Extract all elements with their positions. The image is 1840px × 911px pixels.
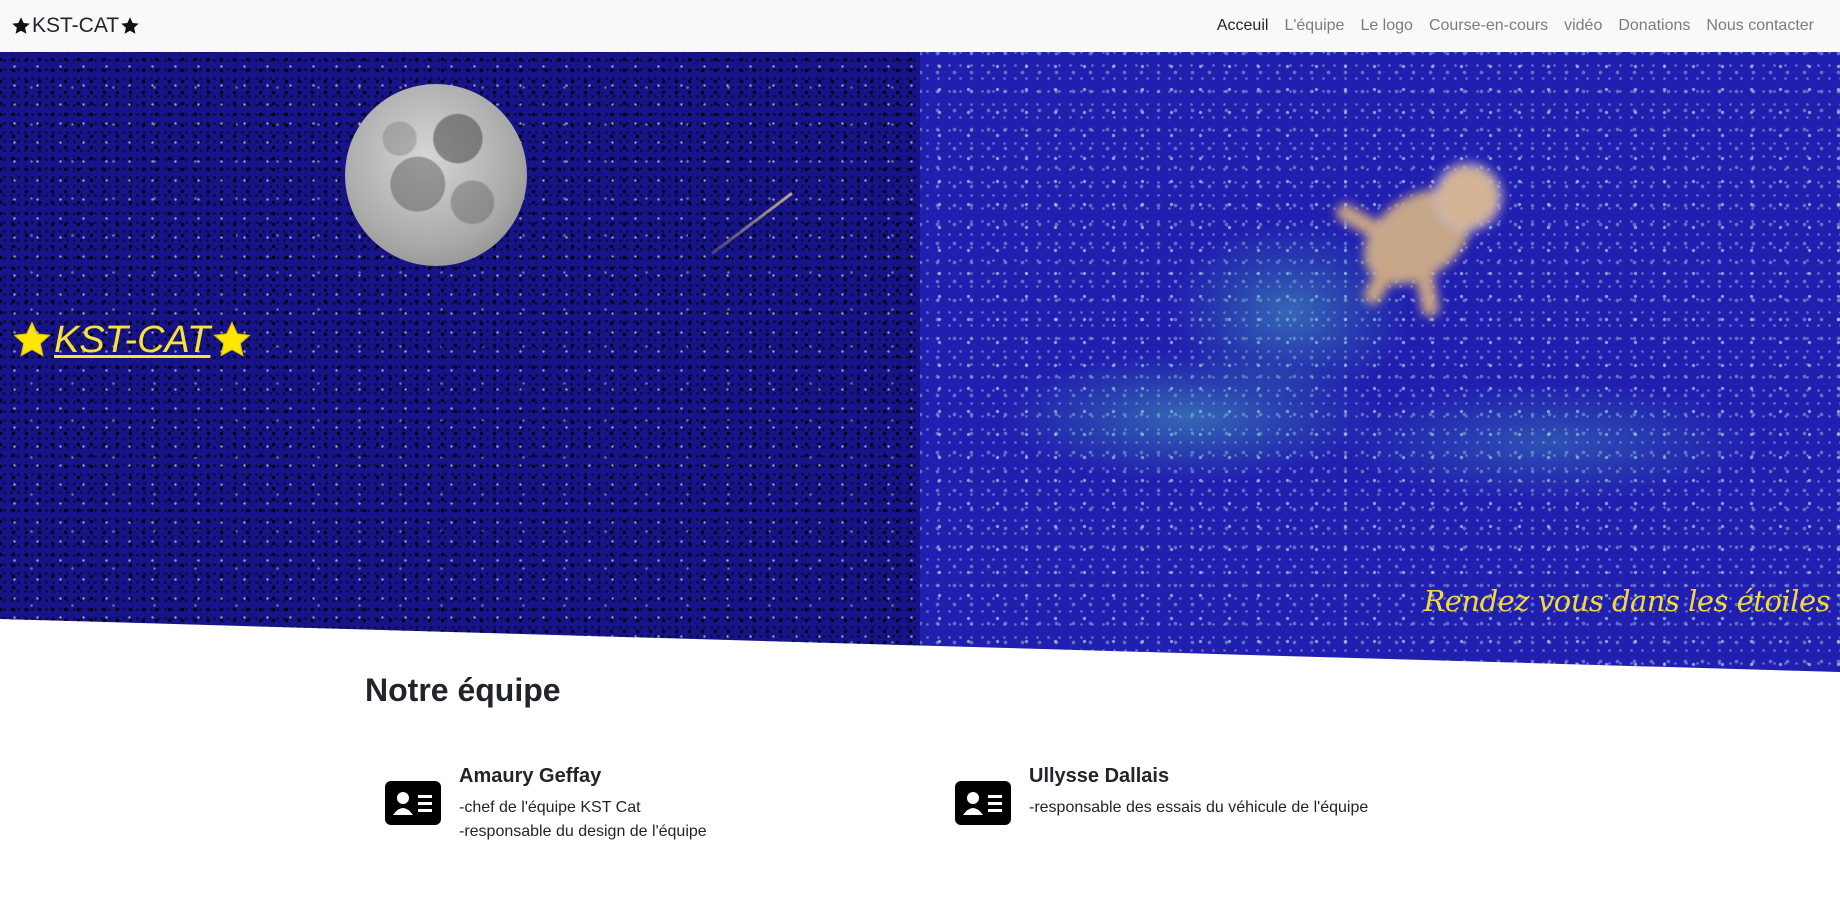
navbar: KST-CAT Acceuil L'équipe Le logo Course-… bbox=[0, 0, 1840, 52]
team-member-card: Amaury Geffay -chef de l'équipe KST Cat … bbox=[385, 765, 707, 844]
hero-image-cat-space bbox=[920, 52, 1840, 672]
moon-image bbox=[345, 84, 527, 266]
star-icon bbox=[121, 17, 139, 34]
nebula-cloud bbox=[1000, 352, 1380, 482]
star-icon bbox=[13, 321, 51, 357]
hero-title-link[interactable]: KST-CAT bbox=[54, 319, 210, 362]
nebula-cloud bbox=[1340, 382, 1760, 502]
hero-image-moon-sky bbox=[0, 52, 920, 672]
member-role: -chef de l'équipe KST Cat bbox=[459, 799, 641, 816]
id-card-icon bbox=[955, 781, 1011, 825]
astronaut-cat-image bbox=[1318, 157, 1518, 319]
shooting-star bbox=[711, 192, 793, 255]
member-info: Ullysse Dallais -responsable des essais … bbox=[1029, 765, 1368, 820]
nav-link-equipe[interactable]: L'équipe bbox=[1276, 17, 1352, 35]
member-role: -responsable du design de l'équipe bbox=[459, 823, 707, 840]
team-heading: Notre équipe bbox=[365, 672, 561, 708]
member-role: -responsable des essais du véhicule de l… bbox=[1029, 799, 1369, 816]
nav-links: Acceuil L'équipe Le logo Course-en-cours… bbox=[1209, 17, 1830, 35]
nav-link-donations[interactable]: Donations bbox=[1610, 17, 1698, 35]
member-name: Amaury Geffay bbox=[459, 765, 602, 787]
team-member-card: Ullysse Dallais -responsable des essais … bbox=[955, 765, 1368, 825]
star-icon bbox=[12, 17, 30, 34]
nav-link-acceuil[interactable]: Acceuil bbox=[1209, 17, 1277, 35]
brand-label: KST-CAT bbox=[32, 14, 120, 37]
brand-link[interactable]: KST-CAT bbox=[10, 14, 141, 38]
star-icon bbox=[213, 321, 251, 357]
member-name: Ullysse Dallais bbox=[1029, 765, 1170, 787]
hero-tagline: Rendez vous dans les étoiles bbox=[1423, 584, 1830, 618]
member-info: Amaury Geffay -chef de l'équipe KST Cat … bbox=[459, 765, 707, 844]
nav-link-video[interactable]: vidéo bbox=[1556, 17, 1610, 35]
hero-title: KST-CAT bbox=[10, 318, 254, 362]
hero-banner: KST-CAT Rendez vous dans les étoiles bbox=[0, 52, 1840, 672]
nav-link-course-en-cours[interactable]: Course-en-cours bbox=[1421, 17, 1556, 35]
nav-link-logo[interactable]: Le logo bbox=[1352, 17, 1421, 35]
nav-link-contact[interactable]: Nous contacter bbox=[1698, 17, 1822, 35]
id-card-icon bbox=[385, 781, 441, 825]
